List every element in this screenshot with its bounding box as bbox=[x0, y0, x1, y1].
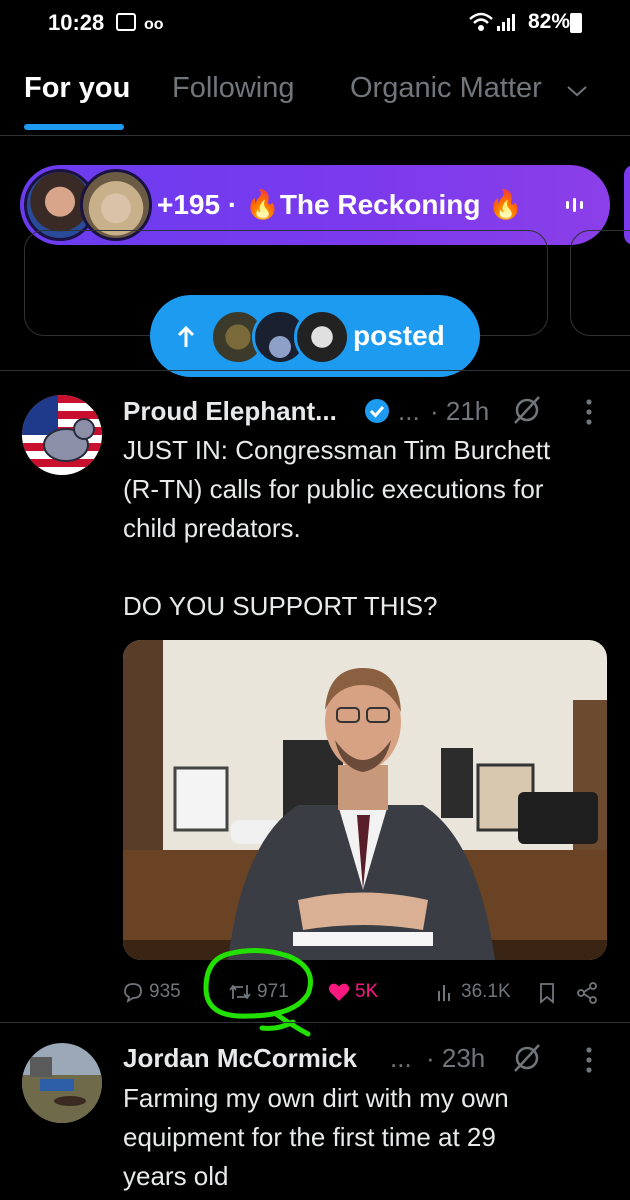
tweet-author-name[interactable]: Proud Elephant... bbox=[123, 396, 337, 427]
reply-icon bbox=[124, 983, 142, 1003]
arrow-up-icon bbox=[177, 325, 195, 347]
verified-badge-icon bbox=[365, 399, 389, 423]
tweet-text-line: (R-TN) calls for public executions for bbox=[123, 474, 544, 504]
more-options-icon[interactable] bbox=[584, 1046, 594, 1074]
tweet-text-line: JUST IN: Congressman Tim Burchett bbox=[123, 435, 551, 465]
grok-icon[interactable] bbox=[510, 394, 544, 426]
status-time: 10:28 bbox=[48, 10, 105, 35]
tweet-text-line: Farming my own dirt with my own bbox=[123, 1083, 509, 1113]
battery-percent: 82% bbox=[527, 10, 570, 33]
tweet-divider bbox=[0, 370, 630, 371]
reply-count: 935 bbox=[149, 981, 181, 1002]
views-count: 36.1K bbox=[461, 981, 511, 1002]
voicemail-icon: oo bbox=[144, 16, 164, 33]
more-options-icon[interactable] bbox=[584, 398, 594, 426]
audio-wave-icon bbox=[566, 198, 583, 212]
tweet-text-line: child predators. bbox=[123, 513, 301, 543]
wifi-icon bbox=[469, 12, 493, 31]
tweet-text-line: DO YOU SUPPORT THIS? bbox=[123, 591, 438, 621]
bookmark-icon[interactable] bbox=[538, 982, 556, 1004]
handle-ellipsis: ... bbox=[390, 1043, 412, 1073]
space-title[interactable]: +195 · 🔥The Reckoning 🔥 bbox=[157, 188, 523, 221]
tweet-time[interactable]: · 21h bbox=[430, 396, 489, 427]
active-tab-indicator bbox=[24, 124, 124, 130]
views-icon bbox=[438, 985, 450, 1001]
trending-card-next[interactable] bbox=[570, 230, 630, 336]
share-icon[interactable] bbox=[576, 982, 598, 1004]
handle-ellipsis: ... bbox=[398, 396, 420, 426]
tabbar-divider bbox=[0, 135, 630, 136]
heart-filled-icon bbox=[328, 983, 350, 1001]
tweet-divider bbox=[0, 1022, 630, 1023]
views-button[interactable]: 36.1K bbox=[436, 981, 511, 1003]
author-avatar[interactable] bbox=[22, 1043, 102, 1123]
new-posts-label[interactable]: posted bbox=[353, 320, 445, 352]
tweet-media-image[interactable] bbox=[123, 640, 607, 960]
signal-icon bbox=[497, 14, 515, 31]
tweet-time[interactable]: · 23h bbox=[426, 1043, 485, 1074]
tab-following[interactable]: Following bbox=[172, 72, 295, 105]
annotation-circle bbox=[203, 948, 313, 1037]
author-avatar[interactable] bbox=[22, 395, 102, 475]
grok-icon[interactable] bbox=[510, 1042, 544, 1074]
like-count: 5K bbox=[355, 981, 379, 1002]
battery-icon bbox=[570, 13, 582, 33]
tab-for-you[interactable]: For you bbox=[24, 72, 130, 105]
tweet-author-name[interactable]: Jordan McCormick bbox=[123, 1043, 357, 1074]
tweet-text-line: years old bbox=[123, 1161, 229, 1191]
chevron-down-icon[interactable] bbox=[566, 84, 588, 98]
gallery-icon bbox=[116, 13, 136, 31]
reply-button[interactable]: 935 bbox=[122, 981, 181, 1003]
tab-organic-matter[interactable]: Organic Matter bbox=[350, 72, 542, 105]
tweet-text-line: equipment for the first time at 29 bbox=[123, 1122, 496, 1152]
like-button[interactable]: 5K bbox=[328, 981, 378, 1003]
poster-avatar-3 bbox=[294, 309, 350, 365]
